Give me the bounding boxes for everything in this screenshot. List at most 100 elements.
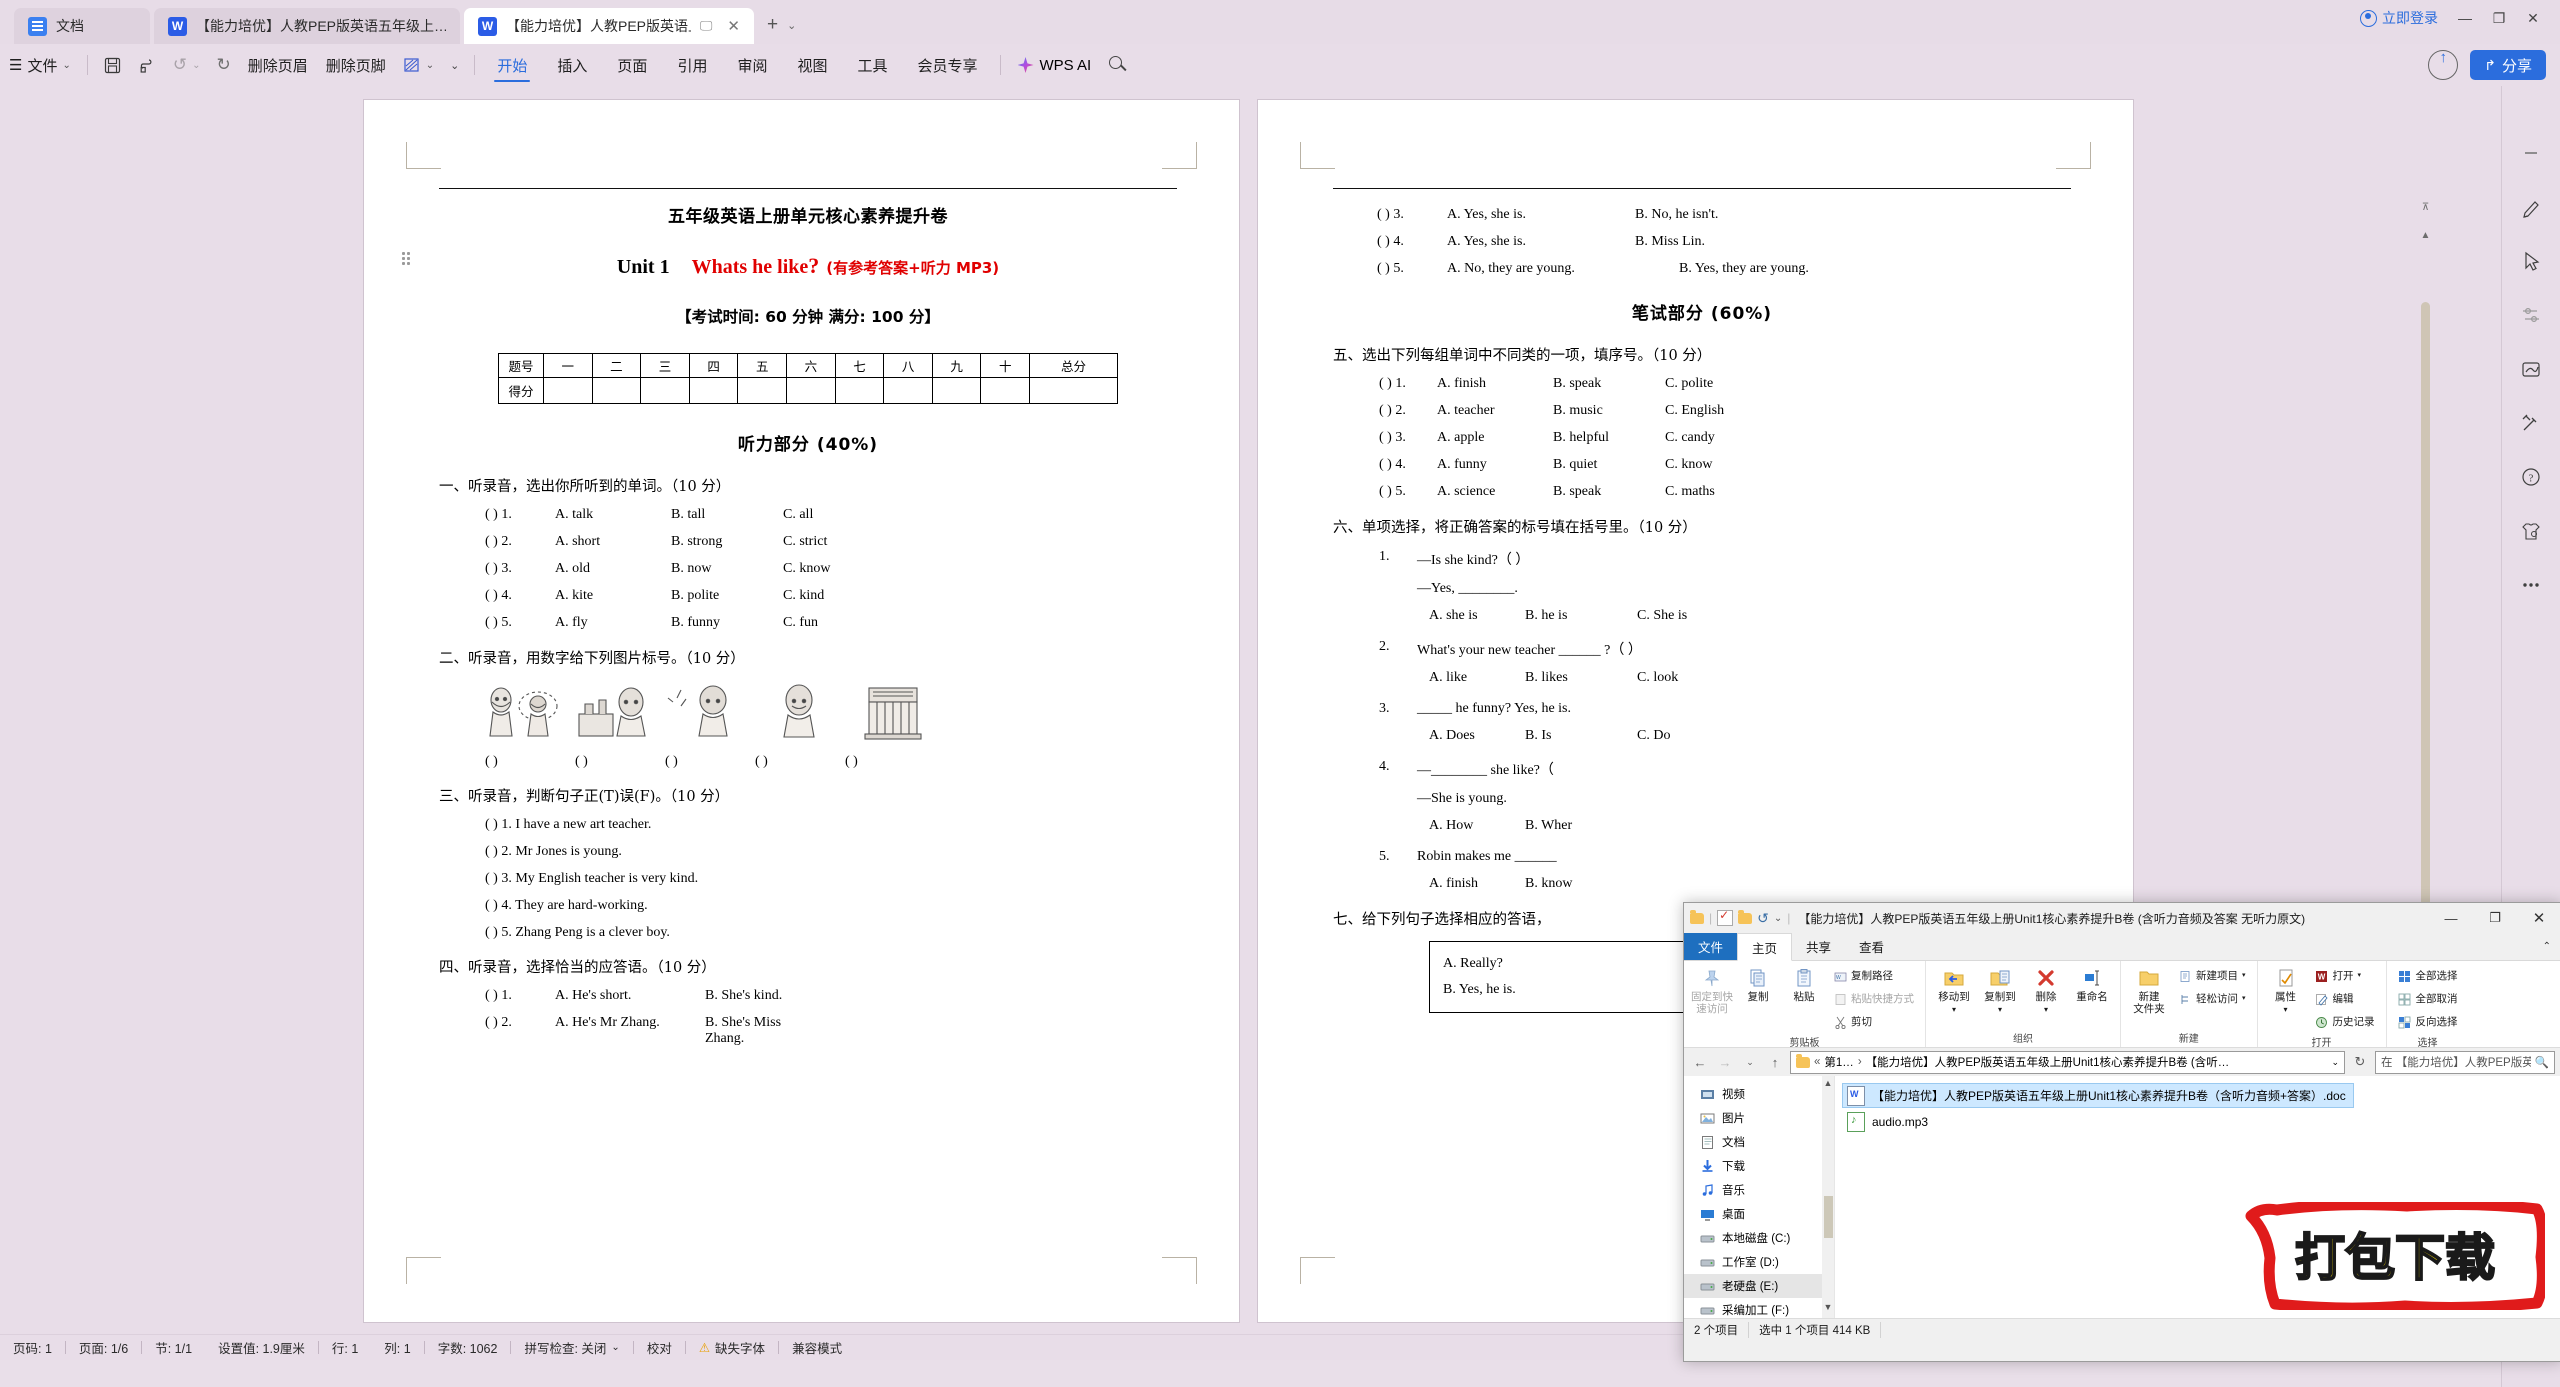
select-none-button[interactable]: 全部取消 xyxy=(2394,989,2462,1009)
restore-button[interactable]: ❐ xyxy=(2482,4,2516,32)
item-stem[interactable]: Robin makes me ______ xyxy=(1417,849,2071,865)
ribbon-tab-tools[interactable]: 工具 xyxy=(842,50,902,80)
document-page-1[interactable]: 五年级英语上册单元核心素养提升卷 Unit 1 Whats he like? (有参… xyxy=(364,100,1239,1322)
tab-home[interactable]: 文档 xyxy=(14,8,150,44)
score-cell[interactable] xyxy=(543,377,593,404)
file-menu-button[interactable]: ☰ 文件 ⌄ xyxy=(0,50,80,80)
answer-slot[interactable]: ( ) xyxy=(485,754,523,770)
item-paren[interactable]: ( ) 4. xyxy=(485,588,555,604)
status-line[interactable]: 行: 1 xyxy=(319,1338,371,1357)
scroll-up-arrow-icon[interactable]: ▲ xyxy=(2420,230,2431,241)
nav-item-music[interactable]: 音乐 xyxy=(1684,1178,1834,1202)
close-button[interactable]: ✕ xyxy=(2516,4,2550,32)
delete-header-button[interactable]: 删除页眉 xyxy=(239,50,317,80)
collapse-rail-icon[interactable] xyxy=(2515,138,2547,168)
item-paren[interactable]: ( ) 3. xyxy=(1377,207,1447,223)
nav-item-drive-e[interactable]: 老硬盘 (E:) xyxy=(1684,1274,1834,1298)
refresh-button[interactable]: ↻ xyxy=(2350,1054,2370,1070)
score-cell[interactable] xyxy=(640,377,690,404)
ribbon-tab-insert[interactable]: 插入 xyxy=(542,50,602,80)
fe-menu-share[interactable]: 共享 xyxy=(1792,933,1845,960)
score-cell[interactable] xyxy=(883,377,933,404)
fe-menu-file[interactable]: 文件 xyxy=(1684,933,1738,960)
tools-icon[interactable] xyxy=(2515,408,2547,438)
score-cell[interactable] xyxy=(688,377,739,404)
item-paren[interactable]: ( ) 1. xyxy=(485,507,555,523)
more-commands-button[interactable]: ⌄ xyxy=(442,50,467,80)
fe-menu-home[interactable]: 主页 xyxy=(1737,933,1793,961)
score-cell[interactable] xyxy=(786,377,836,404)
item-paren[interactable]: ( ) 4. xyxy=(1379,457,1437,473)
rename-button[interactable]: 重命名 xyxy=(2069,964,2115,1003)
ribbon-tab-reference[interactable]: 引用 xyxy=(662,50,722,80)
question-3-item[interactable]: ( ) 3. My English teacher is very kind. xyxy=(439,871,1177,887)
status-page-count[interactable]: 页面: 1/6 xyxy=(66,1338,141,1357)
nav-item-drive-c[interactable]: 本地磁盘 (C:) xyxy=(1684,1226,1834,1250)
nav-item-drive-f[interactable]: 采编加工 (F:) xyxy=(1684,1298,1834,1318)
edit-button[interactable]: 编辑 xyxy=(2311,989,2379,1009)
paste-shortcut-button[interactable]: 粘贴快捷方式 xyxy=(1829,989,1918,1009)
item-paren[interactable]: ( ) 1. xyxy=(485,988,555,1004)
file-list-item[interactable]: audio.mp3 xyxy=(1843,1111,2560,1134)
pen-icon[interactable] xyxy=(2515,192,2547,222)
item-paren[interactable]: ( ) 2. xyxy=(485,1015,555,1047)
nav-pane-scrollbar[interactable]: ▲ ▼ xyxy=(1822,1076,1834,1318)
item-paren[interactable]: ( ) 2. xyxy=(1379,403,1437,419)
answer-slot[interactable]: ( ) xyxy=(575,754,613,770)
redo-button[interactable]: ↻ xyxy=(209,50,239,80)
item-paren[interactable]: ( ) 1. xyxy=(1379,376,1437,392)
item-paren[interactable]: ( ) 3. xyxy=(485,561,555,577)
answer-slot[interactable]: ( ) xyxy=(755,754,793,770)
navigation-pane[interactable]: 视频 图片 文档 下载 音乐 桌面 本地磁盘 (C:) 工作室 (D:) 老硬盘… xyxy=(1684,1076,1834,1318)
ribbon-tab-start[interactable]: 开始 xyxy=(482,50,542,82)
ribbon-tab-member[interactable]: 会员专享 xyxy=(903,50,993,80)
delete-button[interactable]: 删除 ▾ xyxy=(2023,964,2069,1014)
status-spellcheck[interactable]: 拼写检查: 关闭 ⌄ xyxy=(511,1338,632,1357)
ribbon-tab-page[interactable]: 页面 xyxy=(602,50,662,80)
nav-item-desktop[interactable]: 桌面 xyxy=(1684,1202,1834,1226)
file-list-pane[interactable]: 【能力培优】人教PEP版英语五年级上册Unit1核心素养提升B卷（含听力音频+答… xyxy=(1834,1076,2560,1318)
save-button[interactable] xyxy=(95,50,130,80)
status-compatibility-mode[interactable]: 兼容模式 xyxy=(779,1338,855,1357)
item-stem[interactable]: —________ she like?（ xyxy=(1417,759,2071,779)
tab-document-2[interactable]: W 【能力培优】人教PEP版英语上 🖵 ✕ xyxy=(464,8,754,44)
paragraph-handle-icon[interactable] xyxy=(402,252,412,266)
question-2-answer-slots[interactable]: ( ) ( ) ( ) ( ) ( ) xyxy=(439,754,1177,770)
status-column[interactable]: 列: 1 xyxy=(371,1338,423,1357)
cut-button[interactable]: 剪切 xyxy=(1829,1012,1918,1032)
ribbon-tab-view[interactable]: 视图 xyxy=(782,50,842,80)
undo-button[interactable]: ↺ ⌄ xyxy=(165,50,209,80)
open-with-button[interactable]: W 打开 ▾ xyxy=(2311,966,2379,986)
easy-access-button[interactable]: 轻松访问 ▾ xyxy=(2174,989,2250,1009)
scrollbar-thumb[interactable] xyxy=(2421,302,2430,962)
forward-button[interactable]: → xyxy=(1715,1055,1735,1070)
nav-item-documents[interactable]: 文档 xyxy=(1684,1130,1834,1154)
nav-item-drive-d[interactable]: 工作室 (D:) xyxy=(1684,1250,1834,1274)
nav-item-downloads[interactable]: 下载 xyxy=(1684,1154,1834,1178)
scroll-down-arrow-icon[interactable]: ▼ xyxy=(1822,1302,1834,1316)
item-stem[interactable]: What's your new teacher ______ ?（ ） xyxy=(1417,639,2071,659)
score-cell[interactable] xyxy=(834,377,885,404)
select-all-button[interactable]: 全部选择 xyxy=(2394,966,2462,986)
move-to-button[interactable]: 移动到 ▾ xyxy=(1931,964,1977,1014)
more-options-icon[interactable] xyxy=(2515,570,2547,600)
score-cell[interactable] xyxy=(980,377,1031,404)
status-section[interactable]: 节: 1/1 xyxy=(142,1338,205,1357)
item-paren[interactable]: ( ) 5. xyxy=(485,615,555,631)
history-button[interactable]: 历史记录 xyxy=(2311,1012,2379,1032)
fe-menu-view[interactable]: 查看 xyxy=(1845,933,1898,960)
nav-item-videos[interactable]: 视频 xyxy=(1684,1082,1834,1106)
tab-document-1[interactable]: W 【能力培优】人教PEP版英语五年级上… xyxy=(154,8,460,44)
chevron-down-icon[interactable]: ⌄ xyxy=(2331,1057,2339,1068)
screen-icon[interactable]: 🖵 xyxy=(700,18,713,34)
status-page-number[interactable]: 页码: 1 xyxy=(0,1338,65,1357)
fe-minimize-button[interactable]: — xyxy=(2429,903,2473,933)
item-paren[interactable]: ( ) 2. xyxy=(485,534,555,550)
collapse-ribbon-icon[interactable]: ⌃ xyxy=(2533,933,2560,960)
print-button[interactable] xyxy=(130,50,165,80)
folder-icon[interactable] xyxy=(1690,909,1704,924)
status-word-count[interactable]: 字数: 1062 xyxy=(425,1338,511,1357)
new-item-button[interactable]: 新建项目 ▾ xyxy=(2174,966,2250,986)
copy-button[interactable]: 复制 xyxy=(1735,964,1781,1003)
cursor-select-icon[interactable] xyxy=(2515,246,2547,276)
